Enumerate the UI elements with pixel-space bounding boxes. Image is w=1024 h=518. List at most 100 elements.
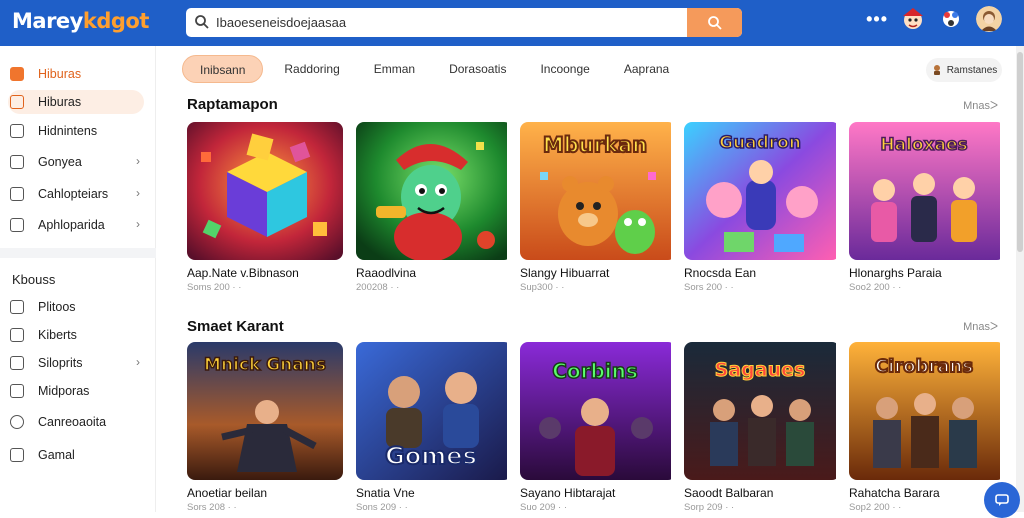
sidebar-item-label: Plitoos <box>38 300 76 314</box>
game-thumbnail: Gomes <box>356 342 512 480</box>
sidebar-item-6[interactable]: Aphloparida › <box>8 213 144 237</box>
lock-icon <box>10 448 24 462</box>
game-name: Saoodt Balbaran <box>684 486 774 500</box>
app-logo[interactable]: Mareykdgot <box>12 9 149 33</box>
tab-3[interactable]: Dorasoatis <box>432 55 523 83</box>
game-meta: Sup300 · · <box>520 282 565 293</box>
game-thumbnail <box>187 122 343 260</box>
apps-icon <box>10 218 24 232</box>
sidebar-item-10[interactable]: Midporas <box>8 379 144 403</box>
game-card[interactable]: Gomes Snatia Vne Sons 209 · · <box>356 342 512 513</box>
game-art-title: Cirobrans <box>875 356 973 377</box>
search-bar <box>186 8 742 37</box>
more-link[interactable]: Mnasᐳ <box>963 320 998 333</box>
clock-icon <box>10 415 24 429</box>
logo-accent-text: kdgot <box>82 9 150 33</box>
filter-button[interactable]: Ramstanes <box>926 58 1002 82</box>
tab-5[interactable]: Aaprana <box>607 55 686 83</box>
gamepad-icon <box>10 155 24 169</box>
game-meta: Sons 209 · · <box>356 502 408 513</box>
game-card[interactable]: Mnick Gnans Anoetiar beilan Sors 208 · · <box>187 342 343 513</box>
game-thumbnail: Mnick Gnans <box>187 342 343 480</box>
sidebar-heading: Kbouss <box>12 272 56 287</box>
game-art-title: Gomes <box>385 442 477 470</box>
search-input[interactable] <box>216 8 676 37</box>
tab-2[interactable]: Emman <box>357 55 432 83</box>
game-meta: Soo2 200 · · <box>849 282 902 293</box>
home-icon <box>10 67 24 81</box>
user-avatar[interactable] <box>976 6 1002 32</box>
game-name: Hlonarghs Paraia <box>849 266 942 280</box>
tab-1[interactable]: Raddoring <box>267 55 356 83</box>
game-art-title: Mburkan <box>543 133 647 157</box>
more-menu-icon[interactable]: ••• <box>866 9 888 30</box>
game-card[interactable]: Sagaues Saoodt Balbaran Sorp 209 · · <box>684 342 840 513</box>
search-icon <box>707 15 722 30</box>
sidebar-item-12[interactable]: Gamal <box>8 443 144 467</box>
tab-0[interactable]: Inibsann <box>182 55 264 83</box>
scrollbar-thumb[interactable] <box>1017 52 1023 252</box>
sidebar-item-11[interactable]: Canreoaoita <box>8 410 144 434</box>
image-icon <box>10 328 24 342</box>
game-name: Sayano Hibtarajat <box>520 486 616 500</box>
game-art-title: Mnick Gnans <box>204 355 326 375</box>
game-meta: Sop2 200 · · <box>849 502 902 513</box>
logo-text: Marey <box>12 9 83 33</box>
game-art-title: Sagaues <box>715 359 806 381</box>
game-card[interactable]: Aap.Nate v.Bibnason Soms 200 · · <box>187 122 343 293</box>
game-thumbnail: Corbins <box>520 342 676 480</box>
tab-4[interactable]: Incoonge <box>523 55 606 83</box>
sidebar-item-label: Hiburas <box>38 67 82 81</box>
more-link[interactable]: Mnasᐳ <box>963 99 998 112</box>
sidebar-item-active[interactable]: Hiburas <box>8 90 144 114</box>
chevron-right-icon: › <box>136 355 140 369</box>
sidebar-item-label: Siloprits <box>38 356 83 370</box>
sidebar-item-label: Hiburas <box>38 95 82 109</box>
game-meta: Sors 200 · · <box>684 282 734 293</box>
sidebar-item-8[interactable]: Kiberts <box>8 323 144 347</box>
game-art-title: Haloxaes <box>880 135 967 155</box>
sidebar-divider <box>0 248 156 258</box>
folder-icon <box>10 300 24 314</box>
gift-avatar[interactable] <box>938 6 964 32</box>
sidebar: Hiburas Hiburas Hidnintens Gonyea › Cahlo… <box>0 46 156 512</box>
category-tabs: Inibsann Raddoring Emman Dorasoatis Inco… <box>182 55 686 83</box>
search-button[interactable] <box>687 8 742 37</box>
game-card[interactable]: Guadron Rnocsda Ean Sors 200 · · <box>684 122 840 293</box>
sidebar-item-3[interactable]: Hidnintens <box>8 119 144 143</box>
filter-label: Ramstanes <box>946 64 998 76</box>
game-name: Raaodlvina <box>356 266 417 280</box>
category-icon <box>10 187 24 201</box>
sidebar-item-home[interactable]: Hiburas <box>8 62 144 86</box>
game-art-title: Corbins <box>552 359 638 383</box>
list-icon <box>10 356 24 370</box>
sidebar-item-5[interactable]: Cahlopteiars › <box>8 182 144 206</box>
game-card[interactable]: Haloxaes Hlonarghs Paraia Soo2 200 · · <box>849 122 1005 293</box>
sidebar-item-7[interactable]: Plitoos <box>8 295 144 319</box>
chat-button[interactable] <box>984 482 1020 518</box>
game-thumbnail: Sagaues <box>684 342 840 480</box>
game-name: Rnocsda Ean <box>684 266 757 280</box>
game-thumbnail: Haloxaes <box>849 122 1005 260</box>
sidebar-item-9[interactable]: Siloprits › <box>8 351 144 375</box>
sidebar-item-label: Hidnintens <box>38 124 98 138</box>
sidebar-item-label: Gonyea <box>38 155 82 169</box>
chevron-right-icon: › <box>136 186 140 200</box>
game-card[interactable]: Mburkan Slangy Hibuarrat Sup300 · · <box>520 122 676 293</box>
game-card[interactable]: Corbins Sayano Hibtarajat Suo 209 · · <box>520 342 676 513</box>
search-icon <box>195 15 209 29</box>
book-icon <box>10 124 24 138</box>
game-thumbnail: Cirobrans <box>849 342 1005 480</box>
chat-icon <box>995 494 1009 506</box>
top-bar: Mareykdgot ••• <box>0 0 1024 46</box>
section-title: Smaet Karant <box>187 318 284 335</box>
game-card[interactable]: Raaodlvina 200208 · · <box>356 122 512 293</box>
character-icon <box>933 65 940 75</box>
game-art-title: Guadron <box>719 133 801 153</box>
mascot-red-avatar[interactable] <box>900 6 926 32</box>
game-thumbnail: Mburkan <box>520 122 676 260</box>
game-name: Aap.Nate v.Bibnason <box>187 266 299 280</box>
game-meta: Soms 200 · · <box>187 282 242 293</box>
sidebar-item-4[interactable]: Gonyea › <box>8 150 144 174</box>
game-card[interactable]: Cirobrans Rahatcha Barara Sop2 200 · · <box>849 342 1005 513</box>
